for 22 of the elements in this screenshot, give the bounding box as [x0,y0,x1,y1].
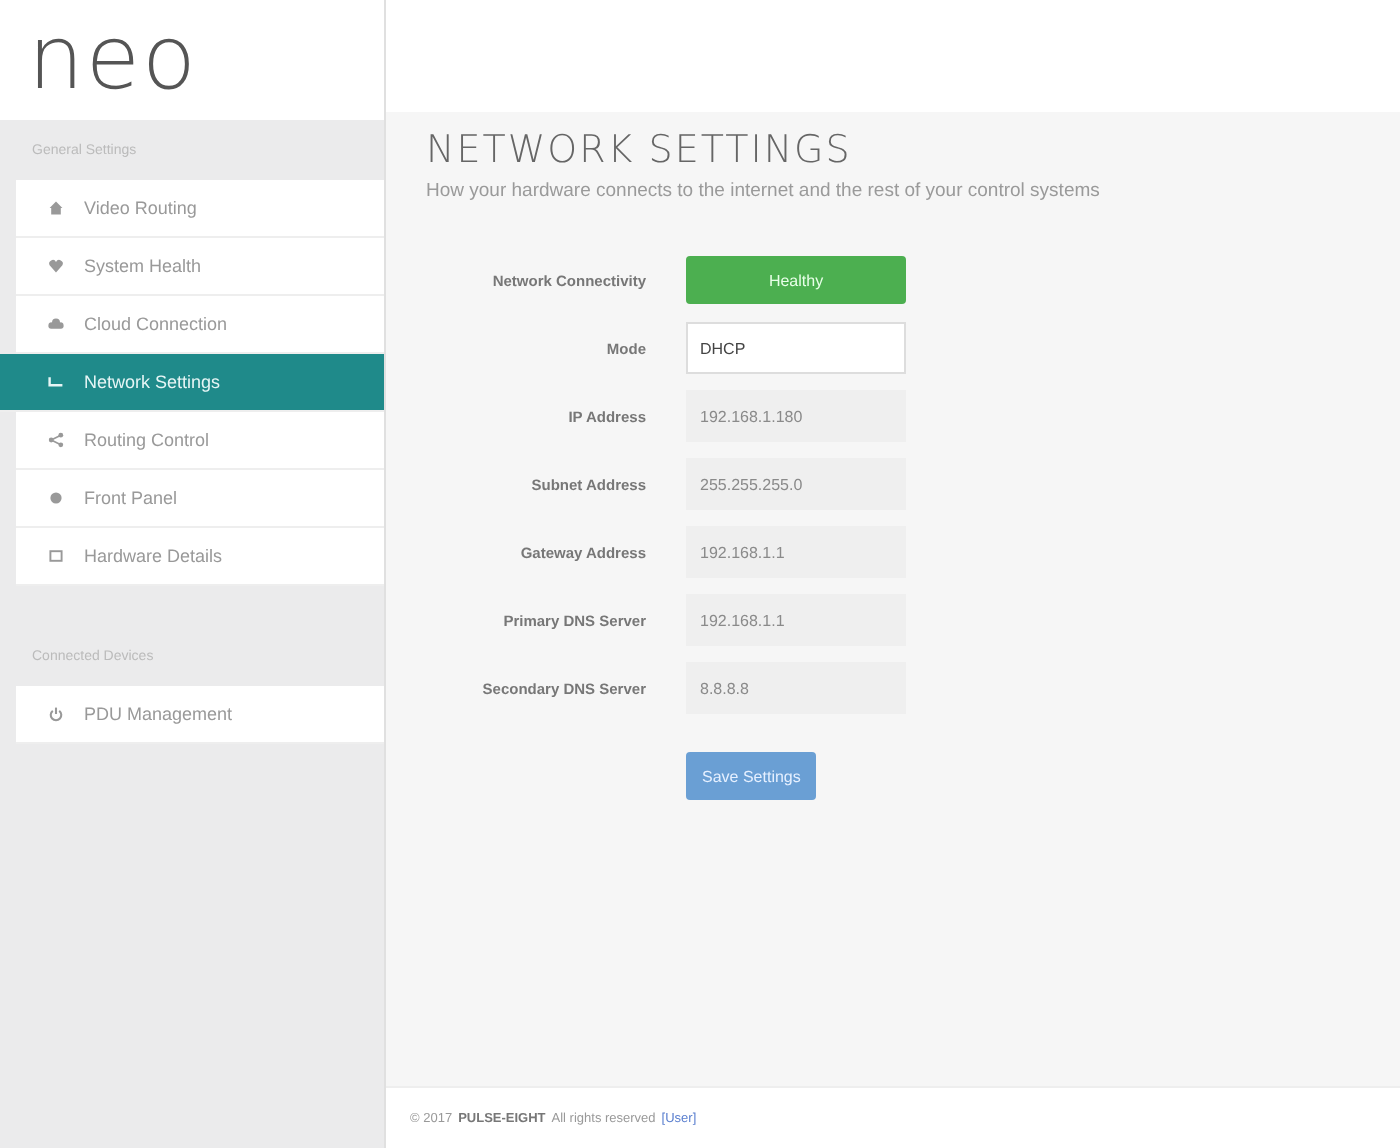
save-button[interactable]: Save Settings [686,752,817,800]
sidebar-item[interactable]: Routing Control [16,412,384,470]
share-icon [48,432,64,448]
sidebar-item[interactable]: Network Settings [0,354,384,412]
neo-logo: neo [0,0,384,120]
sidebar-item[interactable]: Front Panel [16,470,384,528]
sidebar-item[interactable]: Cloud Connection [16,296,384,354]
cloud-icon [48,316,64,332]
sidebar-item[interactable]: Video Routing [16,180,384,238]
page-title: NETWORK SETTINGS [426,128,854,172]
heart-icon [48,258,64,274]
home-icon [48,200,64,216]
sidebar-item[interactable]: System Health [16,238,384,296]
corner-icon [48,374,64,390]
square-icon [48,548,64,564]
input-field[interactable]: DHCP [686,322,906,374]
page-subtitle: How your hardware connects to the internet and the rest of your control systems [426,180,1102,202]
sidebar-item[interactable]: PDU Management [16,686,384,744]
status-badge: Healthy [686,256,906,304]
sidebar-item[interactable]: Hardware Details [16,528,384,586]
circle-icon [48,490,64,506]
power-icon [48,706,64,722]
